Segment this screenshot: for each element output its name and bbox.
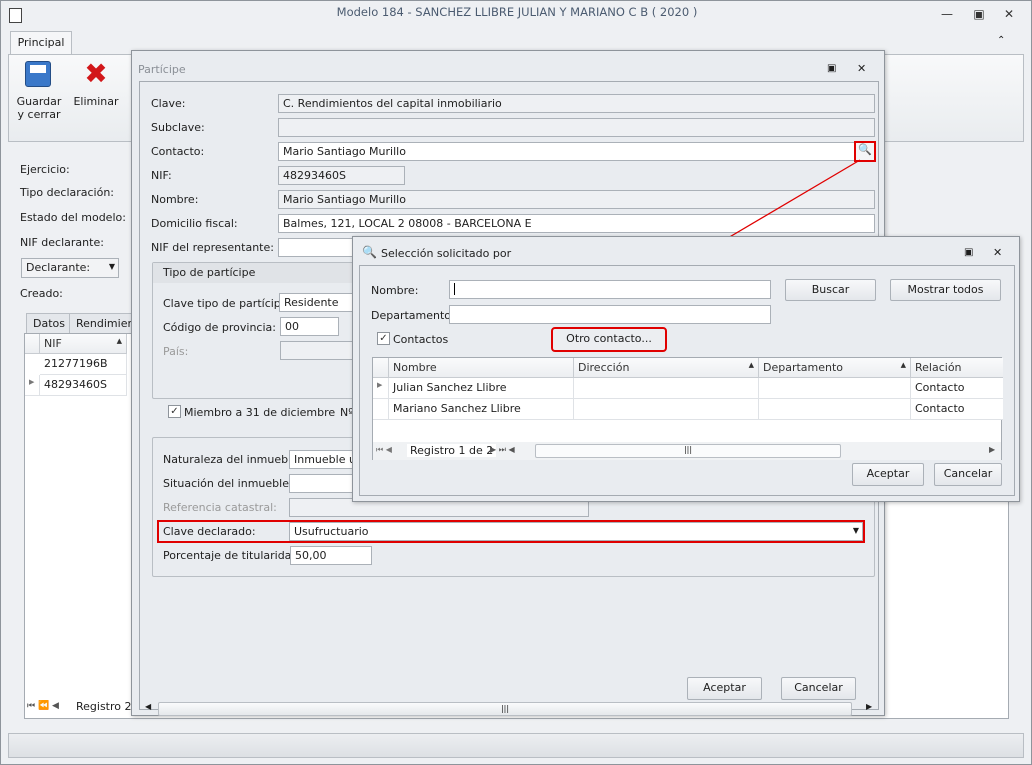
- column-header-departamento[interactable]: Departamento ▲: [759, 358, 911, 378]
- seleccion-restore-button[interactable]: ▣: [964, 247, 973, 258]
- buscar-button[interactable]: Buscar: [785, 279, 876, 301]
- column-header-direccion[interactable]: Dirección ▲: [574, 358, 759, 378]
- otro-contacto-button[interactable]: Otro contacto...: [551, 327, 667, 352]
- row-indicator-icon: ▶: [373, 378, 389, 399]
- mostrar-todos-button[interactable]: Mostrar todos: [890, 279, 1001, 301]
- row-indicator-header: [373, 358, 389, 378]
- scroll-right-icon[interactable]: ▶: [989, 445, 995, 454]
- grid-cell-nombre[interactable]: Julian Sanchez Llibre: [389, 378, 574, 399]
- grid-cell-departamento[interactable]: [759, 378, 911, 399]
- column-header-nombre[interactable]: Nombre: [389, 358, 574, 378]
- seleccion-content: Nombre: Buscar Mostrar todos Departament…: [359, 265, 1015, 496]
- nav-next-last-icons[interactable]: ▶ ⏭ ◀: [490, 445, 515, 455]
- nombre-search-input[interactable]: [449, 280, 771, 299]
- seleccion-title: Selección solicitado por: [381, 247, 512, 260]
- column-header-relacion[interactable]: Relación: [911, 358, 1003, 378]
- departamento-search-input[interactable]: [449, 305, 771, 324]
- grid-cell-nombre[interactable]: Mariano Sanchez Llibre: [389, 399, 574, 420]
- departamento-search-label: Departamento:: [371, 309, 455, 322]
- seleccion-cancel-button[interactable]: Cancelar: [934, 463, 1002, 486]
- grid-horizontal-scrollbar[interactable]: |||: [535, 444, 841, 458]
- seleccion-dialog: 🔍 Selección solicitado por ▣ ✕ Nombre: B…: [352, 236, 1020, 502]
- seleccion-close-button[interactable]: ✕: [993, 246, 1002, 259]
- grid-cell-direccion[interactable]: [574, 378, 759, 399]
- grid-cell-direccion[interactable]: [574, 399, 759, 420]
- grid-footer: ⏮ ◀ Registro 1 de 2 ▶ ⏭ ◀ ||| ▶: [373, 442, 1001, 460]
- nav-first-prev-icons[interactable]: ⏮ ◀: [376, 445, 392, 455]
- grid-cell-relacion[interactable]: Contacto: [911, 399, 1003, 420]
- contacts-grid: Nombre Dirección ▲ Departamento ▲ Relación…: [372, 357, 1003, 460]
- seleccion-accept-button[interactable]: Aceptar: [852, 463, 924, 486]
- grid-cell-relacion[interactable]: Contacto: [911, 378, 1003, 399]
- row-indicator: [373, 399, 389, 420]
- grid-record-counter: Registro 1 de 2: [407, 444, 497, 457]
- magnifier-icon: 🔍: [362, 245, 377, 259]
- nombre-search-label: Nombre:: [371, 284, 419, 297]
- contactos-label: Contactos: [393, 333, 449, 346]
- grid-cell-departamento[interactable]: [759, 399, 911, 420]
- contactos-checkbox[interactable]: ✓: [377, 332, 390, 345]
